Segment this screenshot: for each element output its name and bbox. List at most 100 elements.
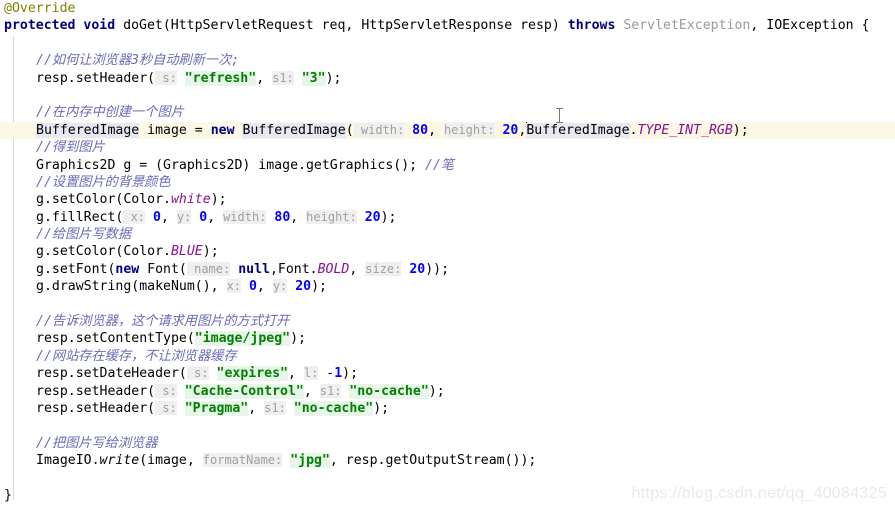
token-anno: @Override bbox=[4, 1, 76, 16]
code-line[interactable]: g.setFont(new Font( name: null,Font.BOLD… bbox=[0, 261, 895, 278]
token-hint: formatName: bbox=[202, 453, 283, 468]
token-hint: s: bbox=[155, 400, 177, 415]
token-cmt: //把图片写给浏览器 bbox=[36, 435, 158, 451]
token-plain: , IOException { bbox=[750, 18, 870, 34]
token-hint: y: bbox=[272, 279, 288, 294]
token-plain: , bbox=[256, 279, 273, 295]
token-num: 1 bbox=[334, 366, 343, 382]
code-line[interactable]: protected void doGet(HttpServletRequest … bbox=[0, 17, 895, 34]
token-plain: g.drawString(makeNum(), bbox=[36, 279, 227, 295]
code-line[interactable]: resp.setHeader( s: "Cache-Control", s1: … bbox=[0, 383, 895, 400]
code-editor-content[interactable]: @Override protected void doGet(HttpServle… bbox=[0, 0, 895, 510]
code-line[interactable]: //网站存在缓存，不让浏览器缓存 bbox=[0, 348, 895, 365]
token-kw: null bbox=[238, 261, 270, 277]
token-hint: s: bbox=[186, 366, 209, 381]
code-line[interactable]: resp.setHeader( s: "refresh", s1: "3"); bbox=[0, 70, 895, 87]
token-plain: resp.setHeader( bbox=[36, 70, 156, 86]
token-plain: doGet(HttpServletRequest req, HttpServle… bbox=[115, 18, 568, 34]
token-plain: ( bbox=[345, 122, 354, 138]
code-line[interactable]: BufferedImage image = new BufferedImage(… bbox=[0, 121, 895, 140]
token-hint: width: bbox=[353, 122, 405, 137]
token-hint: height: bbox=[306, 209, 357, 224]
token-plain: ); bbox=[290, 331, 306, 347]
code-line[interactable]: g.setColor(Color.BLUE); bbox=[0, 243, 895, 260]
token-hint: s1: bbox=[264, 400, 286, 415]
token-kw: new bbox=[115, 261, 140, 277]
code-line[interactable]: Graphics2D g = (Graphics2D) image.getGra… bbox=[0, 157, 895, 174]
code-editor-window: @Override protected void doGet(HttpServle… bbox=[0, 0, 895, 510]
token-hint: s1: bbox=[319, 383, 342, 398]
code-line[interactable]: resp.setContentType("image/jpeg"); bbox=[0, 330, 895, 347]
code-line[interactable]: //给图片写数据 bbox=[0, 226, 895, 243]
code-line[interactable]: g.drawString(makeNum(), x: 0, y: 20); bbox=[0, 278, 895, 295]
token-plain: )); bbox=[425, 261, 450, 277]
token-greyed: ServletException bbox=[623, 18, 751, 34]
code-line[interactable]: //设置图片的背景颜色 bbox=[0, 174, 895, 191]
token-plain: Font( bbox=[139, 261, 187, 277]
code-line[interactable] bbox=[0, 296, 895, 313]
token-str: "Pragma" bbox=[184, 400, 249, 416]
code-line[interactable]: //把图片写给浏览器 bbox=[0, 435, 895, 452]
token-field: white bbox=[170, 192, 211, 208]
token-hint: size: bbox=[365, 261, 402, 276]
token-hl-ident: BufferedImage bbox=[526, 122, 630, 138]
token-cmt: //告诉浏览器，这个请求用图片的方式打开 bbox=[36, 314, 290, 330]
code-line[interactable]: //告诉浏览器，这个请求用图片的方式打开 bbox=[0, 313, 895, 330]
token-plain: (image, bbox=[139, 453, 203, 469]
token-statc: TYPE_INT_RGB bbox=[637, 122, 733, 138]
token-plain: , bbox=[290, 209, 307, 225]
token-hint: l: bbox=[303, 366, 319, 381]
code-line[interactable]: ImageIO.write(image, formatName: "jpg", … bbox=[0, 452, 895, 469]
token-plain: ); bbox=[202, 244, 219, 260]
token-plain: g.setColor(Color. bbox=[36, 192, 171, 208]
token-hl-ident: BufferedImage bbox=[242, 122, 346, 138]
token-plain: ,Font. bbox=[269, 261, 318, 277]
code-line[interactable] bbox=[0, 87, 895, 104]
token-hint: s1: bbox=[272, 70, 294, 85]
code-line[interactable]: resp.setDateHeader( s: "expires", l: -1)… bbox=[0, 365, 895, 382]
token-plain: . bbox=[629, 122, 638, 138]
token-plain: , resp.getOutputStream()); bbox=[329, 453, 537, 469]
code-line[interactable] bbox=[0, 35, 895, 52]
token-str: "no-cache" bbox=[293, 400, 374, 416]
token-plain: ImageIO. bbox=[36, 453, 100, 469]
token-num: 0 bbox=[152, 209, 161, 225]
token-cmt: //得到图片 bbox=[36, 140, 105, 156]
code-line[interactable]: //如何让浏览器3秒自动刷新一次; bbox=[0, 52, 895, 69]
token-plain: resp.setHeader( bbox=[36, 400, 156, 416]
token-kw: new bbox=[210, 122, 235, 138]
code-line[interactable]: @Override bbox=[0, 0, 895, 17]
token-plain: resp.setContentType( bbox=[36, 331, 195, 347]
token-plain: ); bbox=[311, 279, 327, 295]
token-num: 20 bbox=[409, 261, 426, 277]
token-num: 20 bbox=[364, 209, 381, 225]
code-line[interactable]: g.fillRect( x: 0, y: 0, width: 80, heigh… bbox=[0, 209, 895, 226]
token-kw: void bbox=[83, 18, 116, 34]
token-str: "expires" bbox=[216, 366, 288, 382]
token-plain: g.setFont( bbox=[36, 261, 116, 277]
code-line[interactable]: //得到图片 bbox=[0, 139, 895, 156]
token-plain: , bbox=[248, 400, 265, 416]
token-cmt: //如何让浏览器3秒自动刷新一次; bbox=[36, 53, 240, 69]
token-plain: ); bbox=[732, 122, 749, 138]
code-line[interactable]: g.setColor(Color.white); bbox=[0, 191, 895, 208]
token-plain: } bbox=[4, 487, 12, 503]
token-plain: g.fillRect( bbox=[36, 209, 124, 225]
token-num: 80 bbox=[274, 209, 291, 225]
watermark-url: https://blog.csdn.net/qq_40084325 bbox=[631, 484, 887, 502]
token-num: 20 bbox=[295, 279, 312, 295]
token-kw: throws bbox=[567, 18, 616, 34]
code-line[interactable] bbox=[0, 417, 895, 434]
code-line[interactable]: //在内存中创建一个图片 bbox=[0, 104, 895, 121]
token-plain: ); bbox=[428, 383, 445, 399]
code-lines-container[interactable]: @Override protected void doGet(HttpServle… bbox=[0, 0, 895, 504]
code-line[interactable]: resp.setHeader( s: "Pragma", s1: "no-cac… bbox=[0, 400, 895, 417]
token-plain: g.setColor(Color. bbox=[36, 244, 171, 260]
